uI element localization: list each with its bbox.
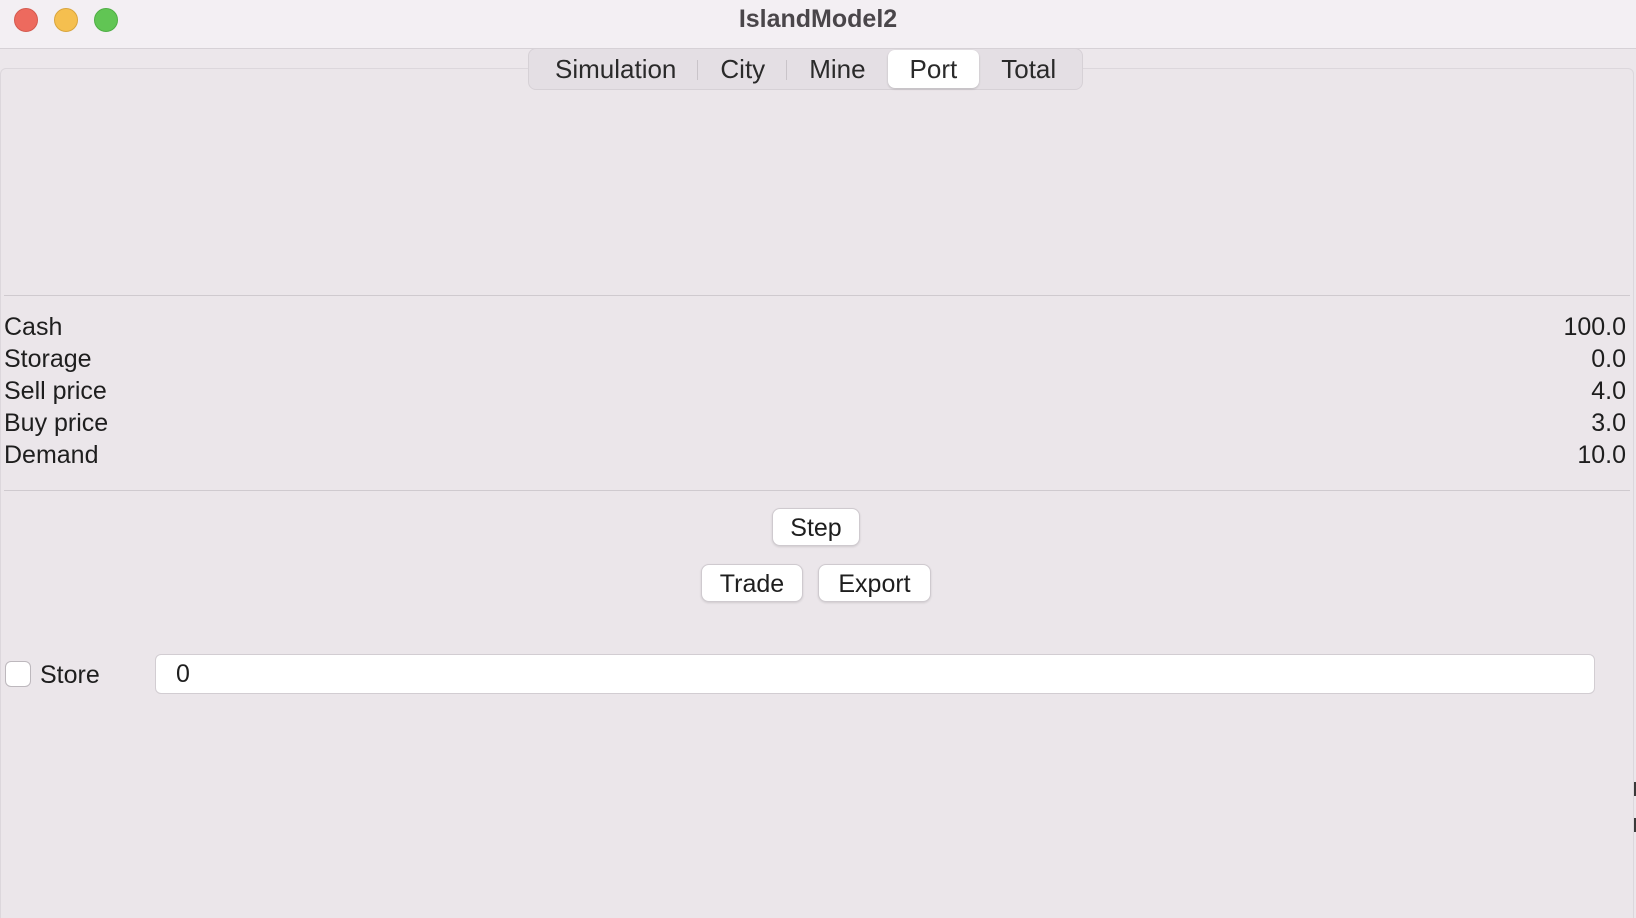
stat-label: Demand: [4, 441, 99, 469]
tab-mine[interactable]: Mine: [787, 50, 887, 88]
stat-label: Cash: [4, 313, 63, 341]
tab-port[interactable]: Port: [887, 50, 980, 88]
tab-total[interactable]: Total: [979, 50, 1078, 88]
tab-content-panel: [0, 68, 1634, 918]
store-input[interactable]: [155, 654, 1595, 694]
store-label: Store: [40, 661, 100, 689]
stat-row-demand: Demand 10.0: [4, 439, 1626, 471]
divider-bottom: [4, 490, 1630, 491]
tab-simulation[interactable]: Simulation: [533, 50, 699, 88]
stat-row-storage: Storage 0.0: [4, 343, 1626, 375]
window-title: IslandModel2: [738, 5, 898, 33]
tab-city[interactable]: City: [698, 50, 787, 88]
app-window: IslandModel2 Simulation City Mine Port T…: [0, 0, 1636, 918]
stat-row-buy-price: Buy price 3.0: [4, 407, 1626, 439]
divider-top: [4, 295, 1630, 296]
stat-row-cash: Cash 100.0: [4, 311, 1626, 343]
stat-row-sell-price: Sell price 4.0: [4, 375, 1626, 407]
step-button[interactable]: Step: [772, 508, 860, 546]
title-bar: IslandModel2: [0, 0, 1636, 49]
stat-label: Storage: [4, 345, 92, 373]
stat-value: 0.0: [1591, 345, 1626, 373]
store-checkbox[interactable]: [5, 661, 31, 687]
stat-value: 4.0: [1591, 377, 1626, 405]
stat-value: 10.0: [1577, 441, 1626, 469]
export-button[interactable]: Export: [818, 564, 931, 602]
stat-label: Buy price: [4, 409, 109, 437]
stat-value: 100.0: [1563, 313, 1626, 341]
tab-bar: Simulation City Mine Port Total: [528, 48, 1084, 90]
stat-label: Sell price: [4, 377, 107, 405]
stat-value: 3.0: [1591, 409, 1626, 437]
trade-button[interactable]: Trade: [701, 564, 803, 602]
